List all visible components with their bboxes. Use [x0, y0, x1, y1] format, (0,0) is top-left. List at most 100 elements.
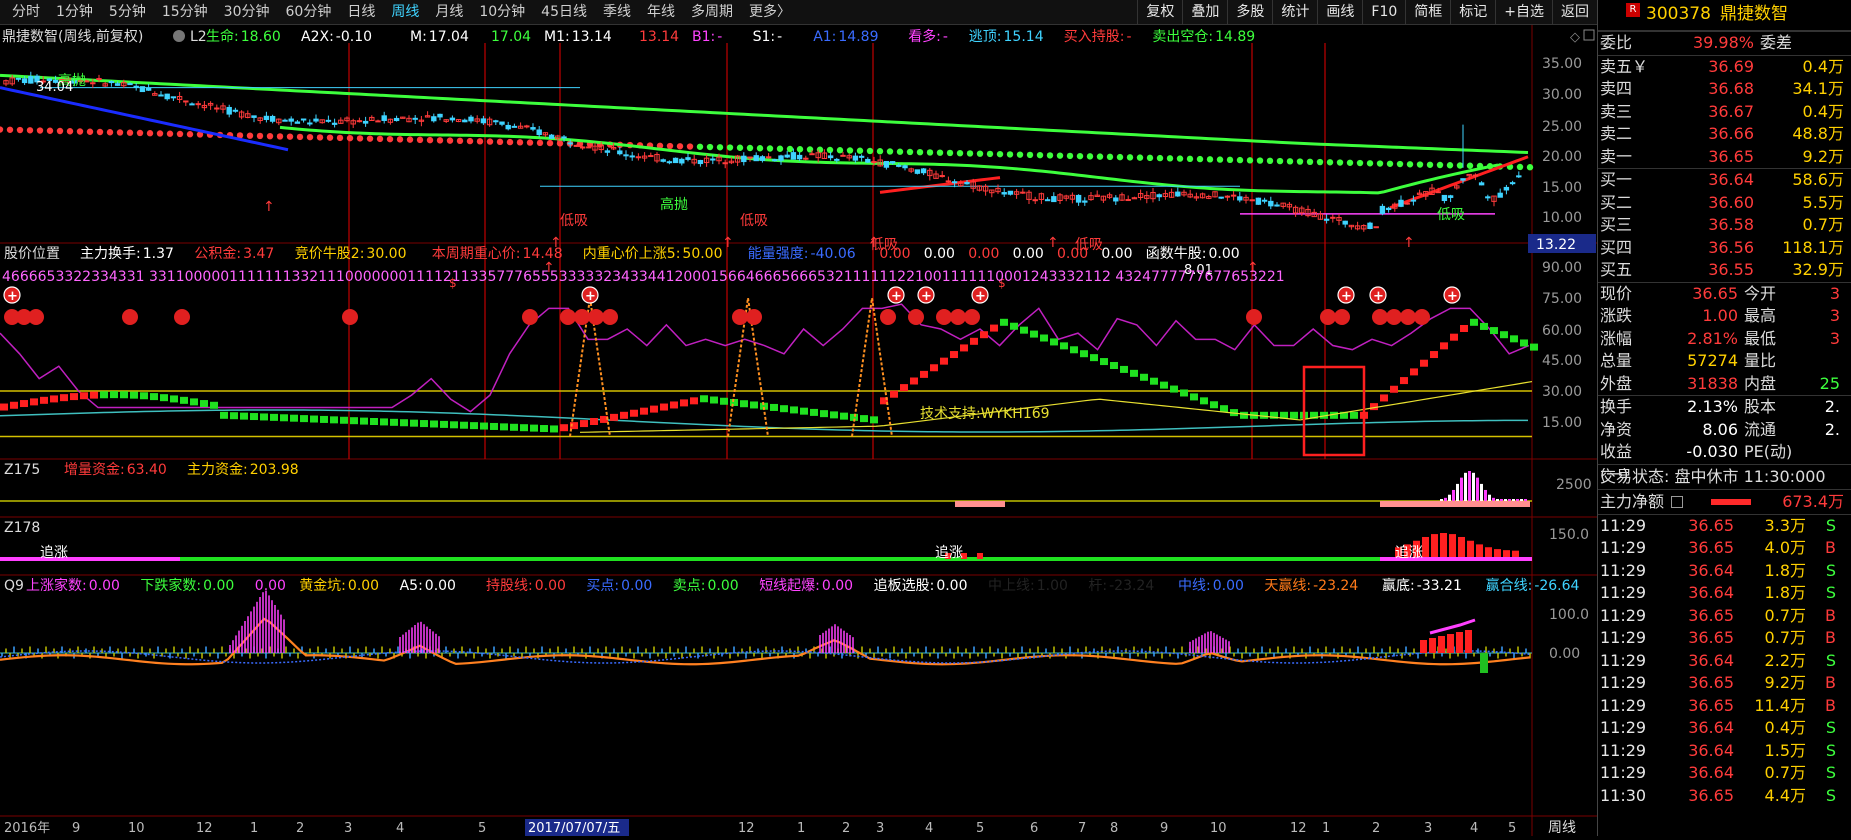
candle-body	[1113, 197, 1119, 202]
stat-label: 今开	[1744, 283, 1777, 303]
bid-level-price[interactable]: 36.55	[1662, 259, 1754, 282]
tool-button-5[interactable]: F10	[1362, 0, 1405, 24]
tick-row: 11:29 36.65 0.7万 B	[1598, 627, 1851, 650]
position-block	[990, 324, 998, 332]
ask-level-price[interactable]: 36.69	[1662, 56, 1754, 79]
stock-name[interactable]: 鼎捷数智	[1720, 0, 1788, 28]
period-corner-label[interactable]: 周线	[1548, 820, 1576, 836]
stat-label: 现价	[1600, 283, 1633, 303]
tab-period-12[interactable]: 年线	[639, 0, 683, 24]
candle-body	[790, 152, 797, 160]
tick-volume: 0.7万	[1764, 605, 1806, 625]
tab-period-11[interactable]: 季线	[595, 0, 639, 24]
position-block	[50, 395, 58, 403]
tab-period-10[interactable]: 45日线	[533, 0, 595, 24]
tab-period-14[interactable]: 更多〉	[741, 0, 799, 24]
q9-title: Q9	[4, 578, 24, 594]
stat-row: 换手 2.13% 股本 2.	[1598, 395, 1851, 419]
netflow-menu-icon[interactable]	[1671, 496, 1684, 508]
tab-period-1[interactable]: 1分钟	[48, 0, 101, 24]
diamond-icon[interactable]: ◇	[1570, 30, 1580, 45]
position-block	[560, 424, 568, 432]
tab-period-7[interactable]: 周线	[383, 0, 427, 24]
tick-time: 11:29	[1600, 718, 1647, 737]
tick-time: 11:29	[1600, 538, 1647, 557]
tab-period-8[interactable]: 月线	[427, 0, 471, 24]
tab-period-9[interactable]: 10分钟	[471, 0, 533, 24]
position-block	[1210, 401, 1218, 409]
z175-bar	[1476, 477, 1479, 501]
ask-level-price[interactable]: 36.65	[1662, 146, 1754, 169]
indicator-toggle-icon[interactable]	[173, 30, 185, 42]
tool-button-2[interactable]: 多股	[1227, 0, 1272, 24]
stat-row: 收益(一) -0.030 PE(动)	[1598, 441, 1851, 484]
tab-period-6[interactable]: 日线	[339, 0, 383, 24]
tab-period-4[interactable]: 30分钟	[216, 0, 278, 24]
position-block	[220, 411, 228, 419]
value-label: 逃顶:	[969, 29, 1002, 45]
value-label: 卖出空仓:	[1152, 29, 1213, 45]
tick-price: 36.64	[1688, 650, 1734, 670]
chart-canvas[interactable]: 高抛低吸 低吸高抛低吸 低吸低吸34.048.0113.22↑↑↑↑ ↑ ↑ ↑↑$ $ 鼎…	[0, 25, 1597, 836]
z175-bar	[1452, 489, 1455, 501]
tool-button-3[interactable]: 统计	[1272, 0, 1317, 24]
bid-level-price[interactable]: 36.56	[1662, 237, 1754, 260]
buy-arrow-icon: ↑	[868, 235, 880, 251]
time-tick-label: 2	[842, 821, 850, 836]
ask-level-price[interactable]: 36.68	[1662, 78, 1754, 101]
trend-dot	[716, 144, 724, 151]
stock-code[interactable]: 300378	[1646, 0, 1711, 28]
z178-bar	[977, 553, 983, 559]
q9-items-item-0: 上涨家数: 0.00	[26, 577, 120, 594]
window-toggle-icon[interactable]	[1583, 29, 1595, 41]
trend-dot	[1066, 152, 1074, 160]
tool-button-8[interactable]: +自选	[1495, 0, 1552, 24]
bid-level-price[interactable]: 36.60	[1662, 192, 1754, 215]
chart-area[interactable]: 高抛 低吸 低吸 高抛 低吸 低吸 低吸 34.04 8.01 13.22 ↑ ↑ ↑ ↑ ↑ ↑ ↑ ↑ $ $ 鼎…	[0, 25, 1597, 836]
tab-period-0[interactable]: 分时	[4, 0, 48, 24]
tick-row: 11:29 36.64 0.4万 S	[1598, 717, 1851, 740]
position-block	[820, 410, 828, 418]
tool-button-1[interactable]: 叠加	[1182, 0, 1227, 24]
position-block	[1180, 389, 1188, 397]
ask-level-price[interactable]: 36.67	[1662, 101, 1754, 124]
stat-row: 外盘 31838 内盘 25	[1598, 373, 1851, 396]
candle-body	[561, 136, 567, 139]
value-label: M:	[410, 29, 427, 45]
chase-label: 追涨	[1395, 545, 1423, 561]
z175-bar	[1440, 499, 1443, 501]
tool-button-0[interactable]: 复权	[1137, 0, 1182, 24]
bid-level-price[interactable]: 36.64	[1662, 169, 1754, 192]
position-block	[30, 398, 38, 406]
tab-period-5[interactable]: 60分钟	[278, 0, 340, 24]
tick-list[interactable]: 11:29 36.65 3.3万 S 11:29 36.65 4.0万 B 11:29 36.64…	[1598, 515, 1851, 808]
z175-y-label: 2500	[1556, 477, 1592, 493]
z178-bar	[1467, 540, 1474, 557]
tab-period-13[interactable]: 多周期	[683, 0, 741, 24]
trend-dot	[1236, 156, 1244, 164]
position-block	[120, 391, 128, 399]
position-block	[750, 401, 758, 409]
position-block	[360, 417, 368, 425]
position-block	[1510, 335, 1518, 343]
candle-body	[325, 119, 332, 122]
ask-level-price[interactable]: 36.66	[1662, 123, 1754, 146]
tab-period-3[interactable]: 15分钟	[154, 0, 216, 24]
position-block	[840, 412, 848, 420]
value-label: 买点:	[586, 578, 619, 594]
bid-level-row: 买一 36.64 58.6万	[1598, 169, 1851, 192]
candle-body	[1398, 199, 1404, 207]
candle-body	[1075, 194, 1082, 203]
tool-button-6[interactable]: 简框	[1405, 0, 1450, 24]
z178-bar	[1503, 550, 1510, 557]
position-block	[340, 416, 348, 424]
main-y-label: 30.00	[1542, 87, 1582, 103]
tool-button-7[interactable]: 标记	[1450, 0, 1495, 24]
position-block	[1410, 368, 1418, 376]
tool-button-4[interactable]: 画线	[1317, 0, 1362, 24]
tool-button-9[interactable]: 返回	[1552, 0, 1597, 24]
bid-level-price[interactable]: 36.58	[1662, 214, 1754, 237]
position-block	[370, 418, 378, 425]
tab-period-2[interactable]: 5分钟	[101, 0, 154, 24]
bid-level-label: 买四	[1600, 237, 1633, 257]
